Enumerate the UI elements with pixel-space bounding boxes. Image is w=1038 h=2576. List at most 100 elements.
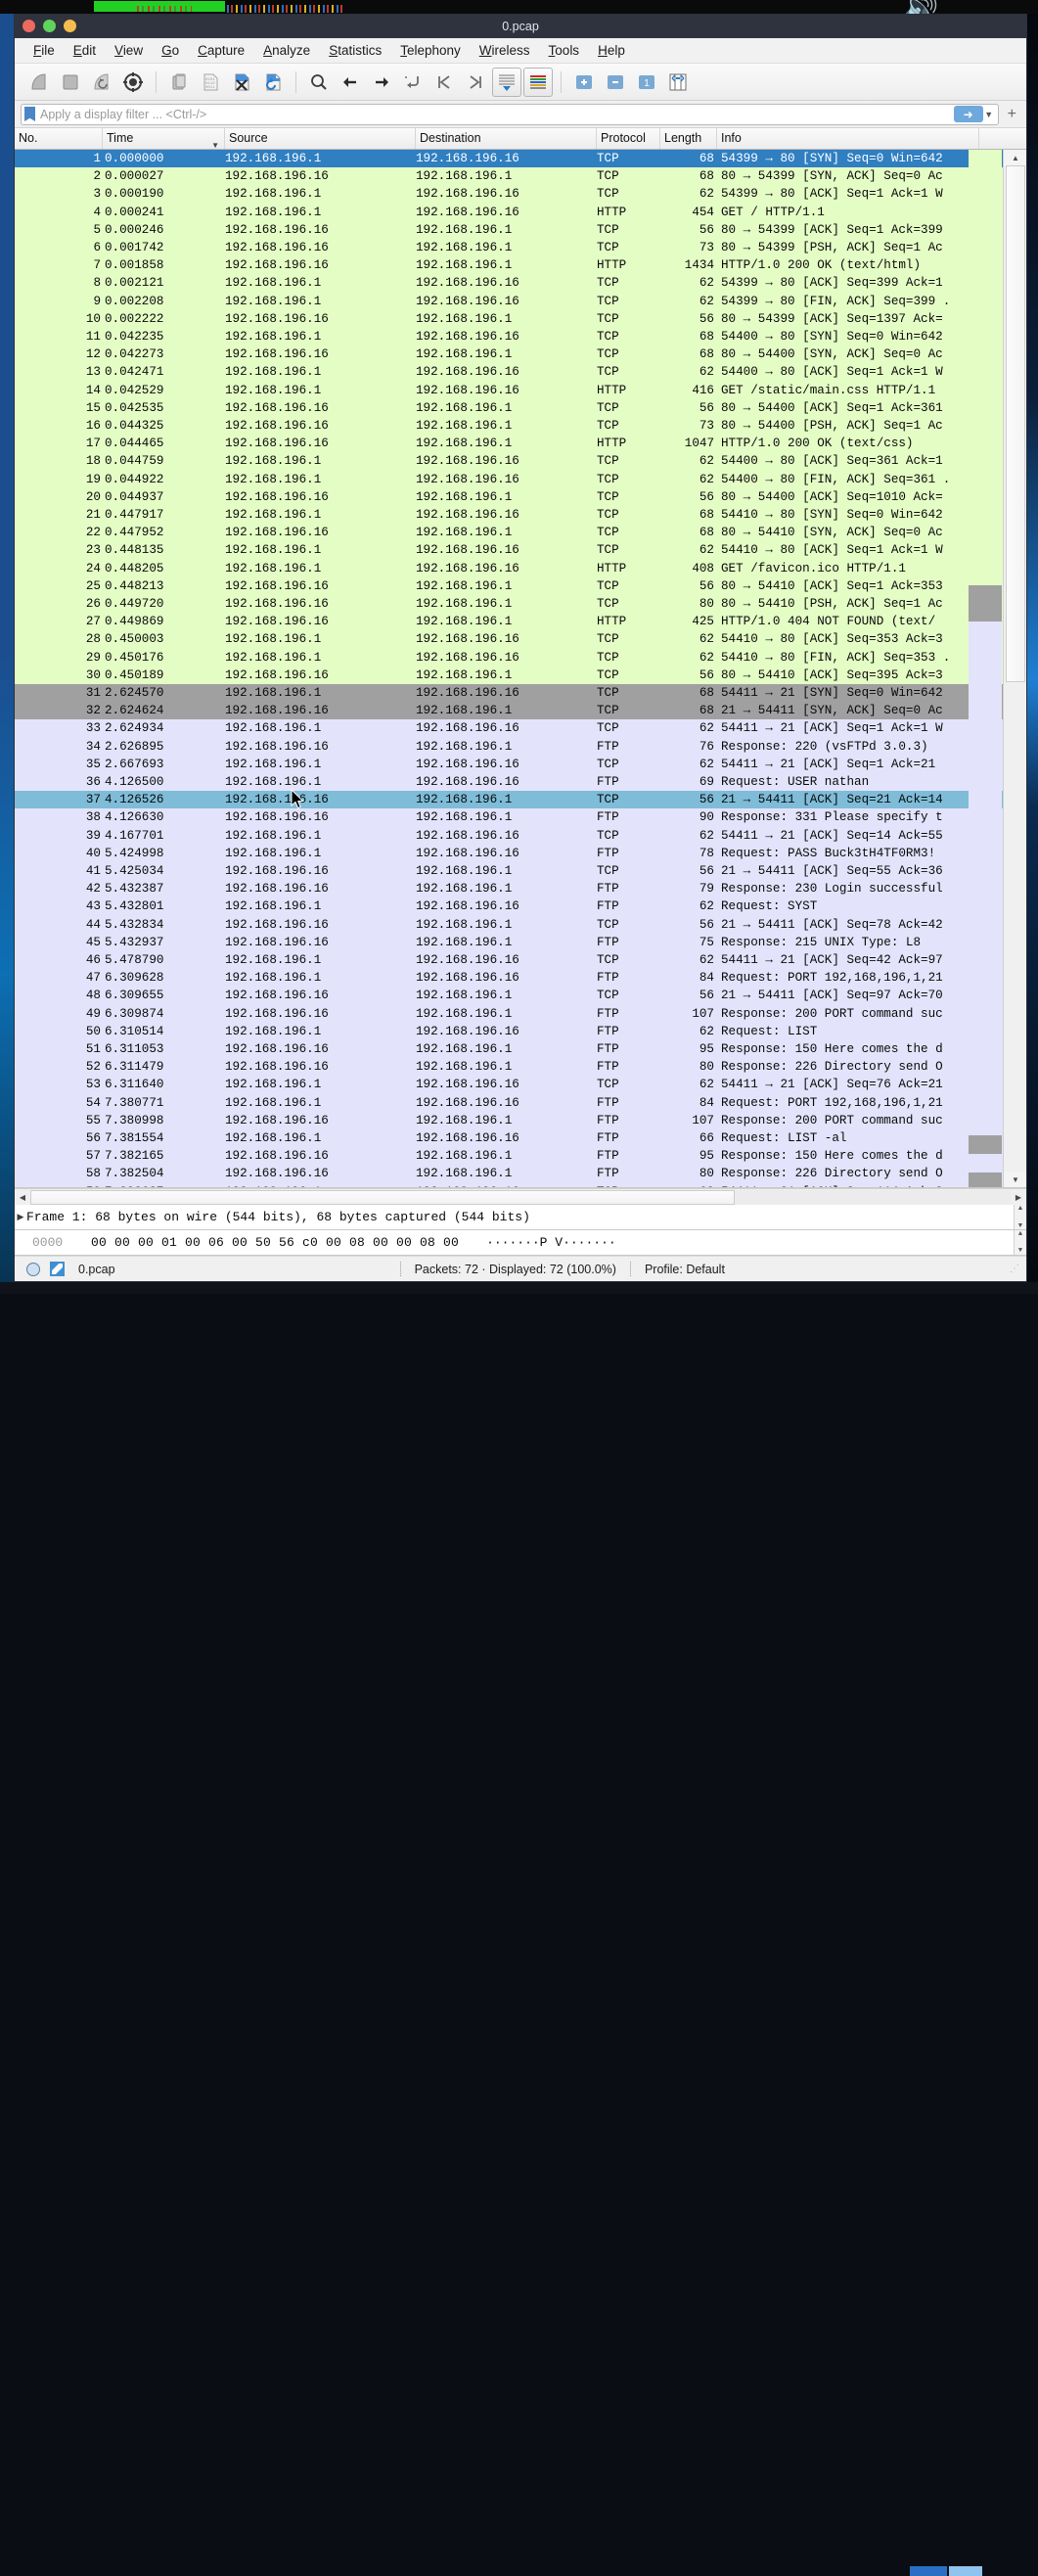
table-row[interactable]: 332.624934192.168.196.1192.168.196.16TCP…	[15, 719, 1026, 737]
table-row[interactable]: 20.000027192.168.196.16192.168.196.1TCP6…	[15, 167, 1026, 185]
column-header-length[interactable]: Length	[660, 128, 717, 149]
go-forward-icon[interactable]	[367, 68, 396, 97]
go-first-packet-icon[interactable]	[429, 68, 459, 97]
details-splitter[interactable]	[15, 1201, 1026, 1205]
table-row[interactable]: 342.626895192.168.196.16192.168.196.1FTP…	[15, 738, 1026, 756]
table-row[interactable]: 60.001742192.168.196.16192.168.196.1TCP7…	[15, 239, 1026, 256]
menu-analyze[interactable]: Analyze	[254, 40, 319, 61]
table-row[interactable]: 190.044922192.168.196.1192.168.196.16TCP…	[15, 471, 1026, 488]
table-row[interactable]: 496.309874192.168.196.16192.168.196.1FTP…	[15, 1005, 1026, 1023]
table-row[interactable]: 240.448205192.168.196.1192.168.196.16HTT…	[15, 560, 1026, 577]
taskbar-item-b[interactable]	[949, 2566, 982, 2576]
reload-file-icon[interactable]	[258, 68, 288, 97]
packet-list-vertical-scrollbar[interactable]: ▲ ▼	[1003, 150, 1026, 1187]
details-scroll-down-icon[interactable]: ▼	[1017, 1222, 1024, 1229]
table-row[interactable]: 516.311053192.168.196.16192.168.196.1FTP…	[15, 1040, 1026, 1058]
table-row[interactable]: 260.449720192.168.196.16192.168.196.1TCP…	[15, 595, 1026, 613]
capture-comment-icon[interactable]	[50, 1262, 65, 1276]
scroll-down-arrow-icon[interactable]: ▼	[1004, 1172, 1026, 1187]
table-row[interactable]: 90.002208192.168.196.1192.168.196.16TCP6…	[15, 293, 1026, 310]
table-row[interactable]: 536.311640192.168.196.1192.168.196.16TCP…	[15, 1076, 1026, 1093]
zoom-out-icon[interactable]	[601, 68, 630, 97]
menu-view[interactable]: View	[106, 40, 152, 61]
table-row[interactable]: 587.382504192.168.196.16192.168.196.1FTP…	[15, 1165, 1026, 1182]
table-row[interactable]: 567.381554192.168.196.1192.168.196.16FTP…	[15, 1129, 1026, 1147]
open-file-icon[interactable]	[164, 68, 194, 97]
table-row[interactable]: 100.002222192.168.196.16192.168.196.1TCP…	[15, 310, 1026, 328]
start-capture-icon[interactable]	[24, 68, 54, 97]
colorize-icon[interactable]	[523, 68, 553, 97]
bytes-vertical-scrollbar[interactable]: ▲ ▼	[1014, 1230, 1026, 1255]
table-row[interactable]: 150.042535192.168.196.16192.168.196.1TCP…	[15, 399, 1026, 417]
table-row[interactable]: 280.450003192.168.196.1192.168.196.16TCP…	[15, 630, 1026, 648]
table-row[interactable]: 50.000246192.168.196.16192.168.196.1TCP5…	[15, 221, 1026, 239]
menu-file[interactable]: File	[24, 40, 64, 61]
table-row[interactable]: 374.126526192.168.196.16192.168.196.1TCP…	[15, 791, 1026, 808]
table-row[interactable]: 435.432801192.168.196.1192.168.196.16FTP…	[15, 897, 1026, 915]
stop-capture-icon[interactable]	[56, 68, 85, 97]
filter-bookmark-icon[interactable]	[24, 107, 35, 121]
bytes-scroll-down-icon[interactable]: ▼	[1018, 1247, 1022, 1255]
scroll-up-arrow-icon[interactable]: ▲	[1004, 150, 1026, 165]
taskbar-item-a[interactable]	[910, 2566, 947, 2576]
column-header-no[interactable]: No.	[15, 128, 103, 149]
table-row[interactable]: 597.382637192.168.196.1192.168.196.16TCP…	[15, 1183, 1026, 1187]
restart-capture-icon[interactable]	[87, 68, 116, 97]
scrollbar-thumb[interactable]	[1006, 165, 1025, 682]
table-row[interactable]: 352.667693192.168.196.1192.168.196.16TCP…	[15, 756, 1026, 773]
resize-grip-icon[interactable]: ⋰	[1010, 1264, 1020, 1274]
bytes-scroll-up-icon[interactable]: ▲	[1018, 1230, 1022, 1238]
table-row[interactable]: 322.624624192.168.196.16192.168.196.1TCP…	[15, 702, 1026, 719]
table-row[interactable]: 577.382165192.168.196.16192.168.196.1FTP…	[15, 1147, 1026, 1165]
menu-tools[interactable]: Tools	[540, 40, 589, 61]
table-row[interactable]: 415.425034192.168.196.16192.168.196.1TCP…	[15, 862, 1026, 880]
zoom-in-icon[interactable]	[569, 68, 599, 97]
close-file-icon[interactable]	[227, 68, 256, 97]
table-row[interactable]: 557.380998192.168.196.16192.168.196.1FTP…	[15, 1112, 1026, 1129]
table-row[interactable]: 476.309628192.168.196.1192.168.196.16FTP…	[15, 969, 1026, 987]
table-row[interactable]: 130.042471192.168.196.1192.168.196.16TCP…	[15, 363, 1026, 381]
column-header-protocol[interactable]: Protocol	[597, 128, 660, 149]
save-file-icon[interactable]: 010101100011	[196, 68, 225, 97]
table-row[interactable]: 290.450176192.168.196.1192.168.196.16TCP…	[15, 649, 1026, 667]
packet-bytes-pane[interactable]: 0000 00 00 00 01 00 06 00 50 56 c0 00 08…	[15, 1230, 1026, 1256]
table-row[interactable]: 220.447952192.168.196.16192.168.196.1TCP…	[15, 524, 1026, 541]
column-header-info[interactable]: Info	[717, 128, 979, 149]
go-back-icon[interactable]	[336, 68, 365, 97]
table-row[interactable]: 250.448213192.168.196.16192.168.196.1TCP…	[15, 577, 1026, 595]
find-packet-icon[interactable]	[304, 68, 334, 97]
table-row[interactable]: 465.478790192.168.196.1192.168.196.16TCP…	[15, 951, 1026, 969]
table-row[interactable]: 230.448135192.168.196.1192.168.196.16TCP…	[15, 541, 1026, 559]
table-row[interactable]: 312.624570192.168.196.1192.168.196.16TCP…	[15, 684, 1026, 702]
table-row[interactable]: 40.000241192.168.196.1192.168.196.16HTTP…	[15, 204, 1026, 221]
table-row[interactable]: 364.126500192.168.196.1192.168.196.16FTP…	[15, 773, 1026, 791]
expert-info-icon[interactable]	[26, 1263, 40, 1276]
table-row[interactable]: 160.044325192.168.196.16192.168.196.1TCP…	[15, 417, 1026, 435]
go-to-packet-icon[interactable]	[398, 68, 428, 97]
table-row[interactable]: 270.449869192.168.196.16192.168.196.1HTT…	[15, 613, 1026, 630]
table-row[interactable]: 120.042273192.168.196.16192.168.196.1TCP…	[15, 345, 1026, 363]
table-row[interactable]: 547.380771192.168.196.1192.168.196.16FTP…	[15, 1094, 1026, 1112]
table-row[interactable]: 210.447917192.168.196.1192.168.196.16TCP…	[15, 506, 1026, 524]
packet-list-rows[interactable]: 10.000000192.168.196.1192.168.196.16TCP6…	[15, 150, 1026, 1187]
details-vertical-scrollbar[interactable]: ▲ ▼	[1014, 1205, 1026, 1229]
table-row[interactable]: 394.167701192.168.196.1192.168.196.16TCP…	[15, 827, 1026, 845]
apply-filter-button[interactable]: ➜	[954, 106, 983, 122]
table-row[interactable]: 200.044937192.168.196.16192.168.196.1TCP…	[15, 488, 1026, 506]
table-row[interactable]: 486.309655192.168.196.16192.168.196.1TCP…	[15, 987, 1026, 1004]
table-row[interactable]: 455.432937192.168.196.16192.168.196.1FTP…	[15, 934, 1026, 951]
autoscroll-icon[interactable]	[492, 68, 521, 97]
table-row[interactable]: 30.000190192.168.196.1192.168.196.16TCP6…	[15, 185, 1026, 203]
table-row[interactable]: 300.450189192.168.196.16192.168.196.1TCP…	[15, 667, 1026, 684]
menu-statistics[interactable]: Statistics	[320, 40, 390, 61]
column-header-source[interactable]: Source	[225, 128, 416, 149]
menu-wireless[interactable]: Wireless	[471, 40, 539, 61]
display-filter-field[interactable]: Apply a display filter ... <Ctrl-/> ➜ ▼	[21, 104, 999, 125]
menu-telephony[interactable]: Telephony	[391, 40, 470, 61]
table-row[interactable]: 140.042529192.168.196.1192.168.196.16HTT…	[15, 382, 1026, 399]
chevron-down-icon[interactable]: ▼	[983, 110, 995, 119]
column-header-time[interactable]: Time ▼	[103, 128, 225, 149]
capture-options-icon[interactable]	[118, 68, 148, 97]
intelligent-scrollbar-minimap[interactable]	[969, 150, 1002, 1187]
table-row[interactable]: 384.126630192.168.196.16192.168.196.1FTP…	[15, 808, 1026, 826]
